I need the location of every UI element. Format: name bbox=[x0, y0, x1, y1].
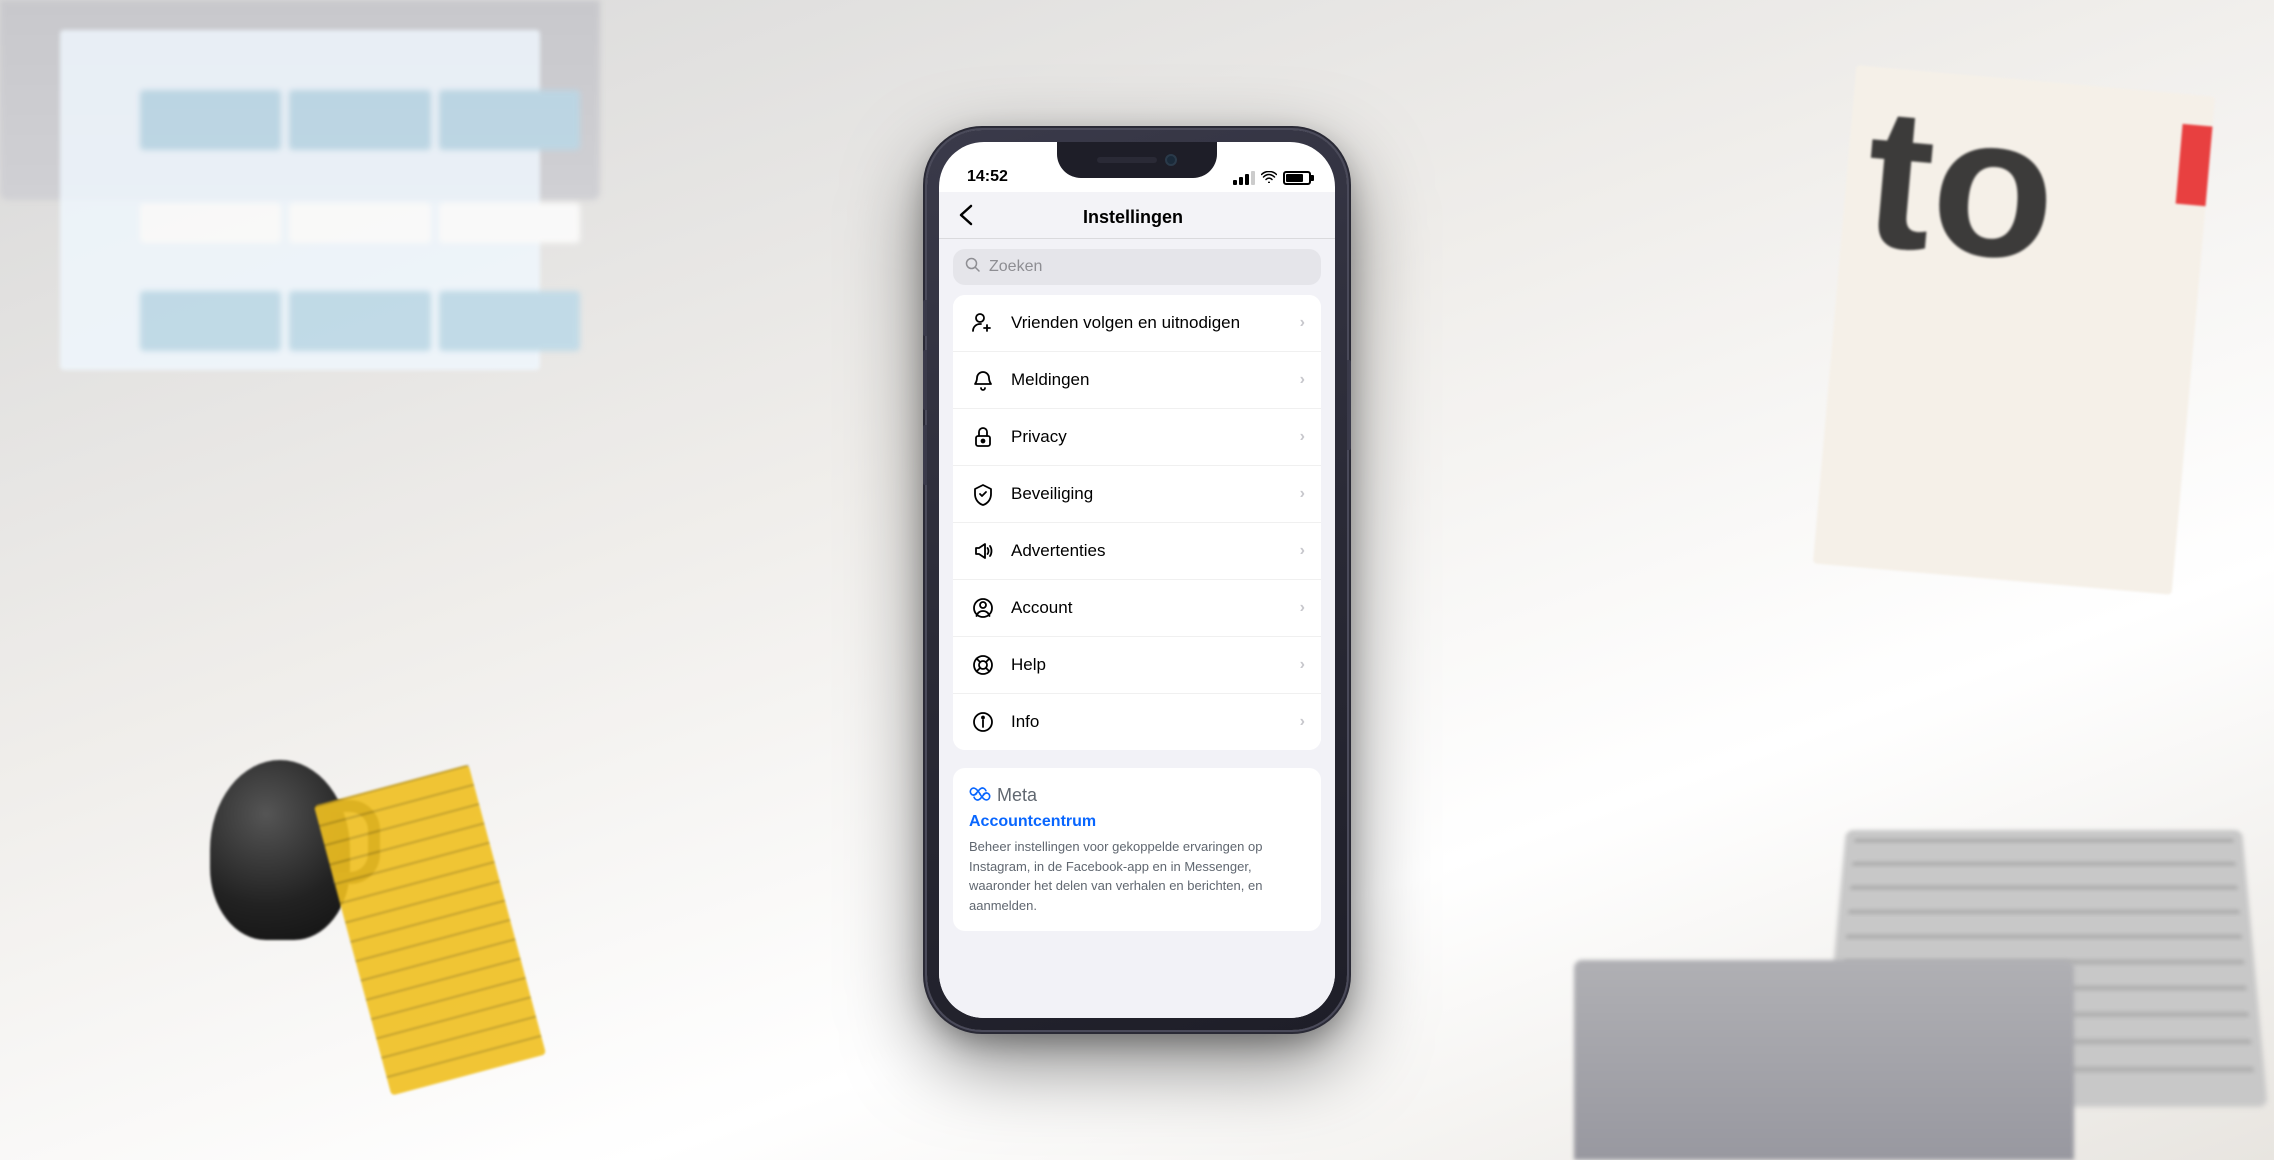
app-content: Instellingen Zoeken bbox=[939, 192, 1335, 1018]
menu-item-help[interactable]: Help › bbox=[953, 637, 1321, 694]
menu-item-account[interactable]: Account › bbox=[953, 580, 1321, 637]
help-circle-icon bbox=[969, 651, 997, 679]
help-label: Help bbox=[1011, 655, 1300, 675]
phone-volume-down-button bbox=[923, 425, 927, 485]
chevron-right-icon: › bbox=[1300, 314, 1305, 332]
status-icons bbox=[1233, 170, 1311, 186]
phone-notch bbox=[1057, 142, 1217, 178]
follow-friends-label: Vrienden volgen en uitnodigen bbox=[1011, 313, 1300, 333]
menu-item-security[interactable]: Beveiliging › bbox=[953, 466, 1321, 523]
laptop-bg bbox=[1574, 960, 2074, 1160]
notifications-label: Meldingen bbox=[1011, 370, 1300, 390]
bell-icon bbox=[969, 366, 997, 394]
info-label: Info bbox=[1011, 712, 1300, 732]
nav-title: Instellingen bbox=[985, 207, 1281, 228]
screen-bg bbox=[60, 30, 540, 370]
account-icon bbox=[969, 594, 997, 622]
notch-speaker bbox=[1097, 157, 1157, 163]
chevron-right-icon: › bbox=[1300, 542, 1305, 560]
menu-list: Vrienden volgen en uitnodigen › Meldinge… bbox=[953, 295, 1321, 750]
phone-body: 14:52 bbox=[927, 130, 1347, 1030]
lock-icon bbox=[969, 423, 997, 451]
notch-camera bbox=[1165, 154, 1177, 166]
ruler-bg bbox=[314, 764, 546, 1095]
battery-icon bbox=[1283, 171, 1311, 185]
menu-item-ads[interactable]: Advertenties › bbox=[953, 523, 1321, 580]
phone-mockup: 14:52 bbox=[927, 130, 1347, 1030]
signal-bars-icon bbox=[1233, 171, 1255, 185]
shield-icon bbox=[969, 480, 997, 508]
phone-screen: 14:52 bbox=[939, 142, 1335, 1018]
meta-section: Meta Accountcentrum Beheer instellingen … bbox=[953, 768, 1321, 931]
menu-item-privacy[interactable]: Privacy › bbox=[953, 409, 1321, 466]
chevron-right-icon: › bbox=[1300, 428, 1305, 446]
security-label: Beveiliging bbox=[1011, 484, 1300, 504]
chevron-right-icon: › bbox=[1300, 656, 1305, 674]
phone-volume-up-button bbox=[923, 350, 927, 410]
meta-description: Beheer instellingen voor gekoppelde erva… bbox=[969, 837, 1305, 915]
nav-bar: Instellingen bbox=[939, 192, 1335, 239]
info-circle-icon bbox=[969, 708, 997, 736]
search-bar[interactable]: Zoeken bbox=[953, 249, 1321, 285]
search-container: Zoeken bbox=[939, 239, 1335, 295]
menu-item-notifications[interactable]: Meldingen › bbox=[953, 352, 1321, 409]
search-icon bbox=[965, 257, 981, 277]
meta-infinity-icon bbox=[969, 784, 991, 807]
chevron-right-icon: › bbox=[1300, 713, 1305, 731]
phone-power-button bbox=[1347, 360, 1351, 450]
search-placeholder-text: Zoeken bbox=[989, 258, 1042, 276]
add-person-icon bbox=[969, 309, 997, 337]
chevron-right-icon: › bbox=[1300, 599, 1305, 617]
privacy-label: Privacy bbox=[1011, 427, 1300, 447]
megaphone-icon bbox=[969, 537, 997, 565]
meta-account-center-link[interactable]: Accountcentrum bbox=[969, 813, 1305, 831]
phone-mute-button bbox=[923, 300, 927, 336]
book-bg: to bbox=[1813, 65, 2215, 594]
chevron-right-icon: › bbox=[1300, 371, 1305, 389]
menu-item-follow-friends[interactable]: Vrienden volgen en uitnodigen › bbox=[953, 295, 1321, 352]
chevron-right-icon: › bbox=[1300, 485, 1305, 503]
back-button[interactable] bbox=[959, 204, 973, 230]
meta-logo: Meta bbox=[969, 784, 1305, 807]
meta-text: Meta bbox=[997, 785, 1037, 806]
account-label: Account bbox=[1011, 598, 1300, 618]
wifi-icon bbox=[1261, 170, 1277, 186]
menu-item-info[interactable]: Info › bbox=[953, 694, 1321, 750]
ads-label: Advertenties bbox=[1011, 541, 1300, 561]
